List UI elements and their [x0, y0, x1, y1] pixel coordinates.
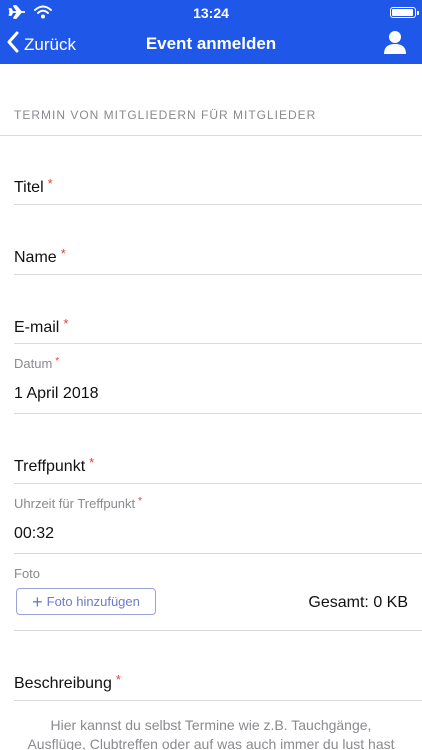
required-marker: * — [138, 496, 143, 507]
user-button[interactable] — [382, 29, 408, 60]
event-signup-screen: 13:24 Zurück Event anmelden TERMIN VON M… — [0, 0, 422, 750]
section-divider — [0, 135, 422, 136]
back-button[interactable]: Zurück — [6, 31, 76, 58]
plus-icon: + — [32, 591, 43, 612]
field-divider — [14, 630, 422, 631]
status-bar: 13:24 — [0, 0, 422, 26]
total-size: Gesamt: 0 KB — [308, 594, 408, 611]
add-photo-label: Foto hinzufügen — [46, 594, 140, 609]
field-divider — [14, 343, 422, 344]
field-divider — [14, 204, 422, 205]
meeting-time-field[interactable]: 00:32 — [14, 525, 54, 543]
field-divider — [14, 700, 422, 701]
back-label: Zurück — [24, 34, 76, 54]
name-field[interactable]: Name * — [14, 246, 66, 267]
field-divider — [14, 553, 422, 554]
status-time: 13:24 — [193, 5, 229, 21]
name-label: Name — [14, 249, 57, 266]
navigation-bar: Zurück Event anmelden — [0, 26, 422, 64]
field-divider — [14, 413, 422, 414]
meeting-time-label: Uhrzeit für Treffpunkt * — [14, 496, 143, 511]
title-field[interactable]: Titel * — [14, 176, 53, 197]
required-marker: * — [115, 672, 121, 687]
photo-label: Foto — [14, 566, 41, 581]
description-hint: Hier kannst du selbst Termine wie z.B. T… — [27, 717, 395, 750]
field-divider — [14, 274, 422, 275]
meeting-point-label: Treffpunkt — [14, 458, 86, 475]
title-label: Titel — [14, 179, 44, 196]
description-label: Beschreibung — [14, 675, 112, 692]
meeting-point-field[interactable]: Treffpunkt * — [14, 455, 94, 476]
email-label: E-mail — [14, 319, 60, 336]
description-field[interactable]: Beschreibung * — [14, 672, 121, 693]
field-divider — [14, 483, 422, 484]
chevron-left-icon — [6, 31, 20, 58]
user-icon — [382, 31, 408, 59]
header: 13:24 Zurück Event anmelden — [0, 0, 422, 64]
required-marker: * — [47, 176, 53, 191]
required-marker: * — [60, 246, 66, 261]
date-label: Datum * — [14, 356, 60, 371]
required-marker: * — [89, 455, 95, 470]
date-field[interactable]: 1 April 2018 — [14, 385, 99, 403]
battery-icon — [390, 7, 419, 18]
email-field[interactable]: E-mail * — [14, 316, 68, 337]
section-header: TERMIN VON MITGLIEDERN FÜR MITGLIEDER — [14, 108, 317, 122]
required-marker: * — [55, 356, 60, 367]
add-photo-button[interactable]: + Foto hinzufügen — [16, 588, 156, 615]
required-marker: * — [63, 316, 69, 331]
